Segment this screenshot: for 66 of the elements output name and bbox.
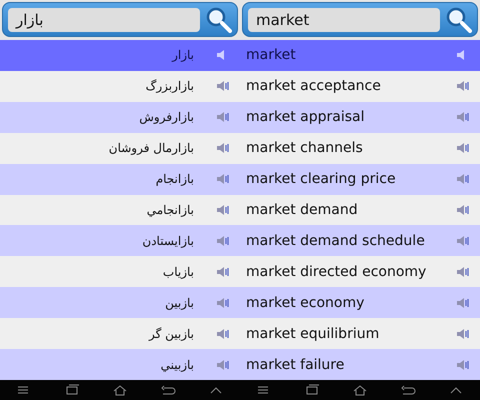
word-row[interactable]: بازبيني — [0, 349, 240, 380]
word-text: بازبيني — [160, 358, 194, 372]
speaker-icon[interactable] — [216, 296, 230, 309]
word-text: market failure — [246, 356, 346, 373]
word-text: بازانجامي — [146, 202, 194, 217]
speaker-icon[interactable] — [456, 266, 470, 278]
speaker-icon[interactable] — [456, 204, 470, 216]
search-field[interactable]: market — [248, 8, 440, 32]
search-icon — [206, 6, 232, 32]
search-icon — [446, 6, 472, 32]
speaker-icon[interactable] — [456, 296, 470, 309]
speaker-icon[interactable] — [456, 358, 470, 371]
recent-apps-icon[interactable] — [304, 384, 320, 396]
word-text: بازانجام — [154, 172, 194, 186]
word-row[interactable]: market appraisal — [240, 102, 480, 133]
word-row[interactable]: market demand schedule — [240, 225, 480, 256]
word-text: بازارفروش — [138, 110, 194, 124]
word-text: market demand schedule — [246, 232, 426, 249]
word-row[interactable]: بازارفروش — [0, 102, 240, 133]
speaker-icon[interactable] — [456, 142, 470, 154]
speaker-icon[interactable] — [216, 80, 230, 92]
recent-apps-icon[interactable] — [64, 384, 80, 396]
speaker-icon[interactable] — [216, 173, 230, 186]
word-text: market channels — [246, 140, 364, 156]
word-row[interactable]: market economy — [240, 287, 480, 318]
word-text: market directed economy — [246, 264, 428, 280]
home-icon[interactable] — [112, 384, 128, 396]
word-text: market demand — [246, 202, 359, 218]
word-text: market economy — [246, 294, 366, 311]
word-text: market — [246, 47, 297, 64]
word-row[interactable]: بازانجامي — [0, 194, 240, 226]
back-icon[interactable] — [400, 384, 416, 396]
speaker-icon[interactable] — [456, 173, 470, 186]
word-text: market equilibrium — [246, 326, 380, 342]
speaker-icon[interactable] — [456, 328, 470, 340]
speaker-icon[interactable] — [216, 328, 230, 340]
word-text: market acceptance — [246, 78, 382, 94]
speaker-icon[interactable] — [216, 234, 230, 247]
word-text: market clearing price — [246, 171, 397, 188]
word-row[interactable]: بازايستادن — [0, 225, 240, 256]
word-row[interactable]: بازار — [0, 40, 240, 71]
word-text: بازار — [170, 48, 194, 62]
word-row[interactable]: بازبين — [0, 287, 240, 318]
word-row[interactable]: market clearing price — [240, 164, 480, 195]
speaker-icon[interactable] — [216, 111, 230, 124]
home-icon[interactable] — [352, 384, 368, 396]
speaker-icon[interactable] — [216, 204, 230, 216]
word-row[interactable]: market failure — [240, 349, 480, 380]
word-row[interactable]: بازانجام — [0, 164, 240, 195]
speaker-icon[interactable] — [216, 266, 230, 278]
speaker-icon[interactable] — [216, 142, 230, 154]
speaker-icon[interactable] — [216, 358, 230, 371]
word-text: بازياب — [162, 264, 194, 279]
word-row[interactable]: market demand — [240, 194, 480, 226]
word-row[interactable]: market — [240, 40, 480, 71]
word-text: بازايستادن — [141, 234, 194, 248]
word-text: بازاربزرگ — [144, 79, 194, 94]
word-text: بازارمال فروشان — [108, 141, 194, 156]
back-icon[interactable] — [160, 384, 176, 396]
speaker-icon[interactable] — [456, 111, 470, 124]
word-text: بازبين گر — [148, 326, 194, 341]
speaker-icon[interactable] — [456, 80, 470, 92]
word-text: market appraisal — [246, 109, 366, 126]
speaker-icon[interactable] — [456, 234, 470, 247]
word-text: بازبين — [164, 296, 194, 310]
search-field[interactable]: بازار — [8, 8, 200, 32]
